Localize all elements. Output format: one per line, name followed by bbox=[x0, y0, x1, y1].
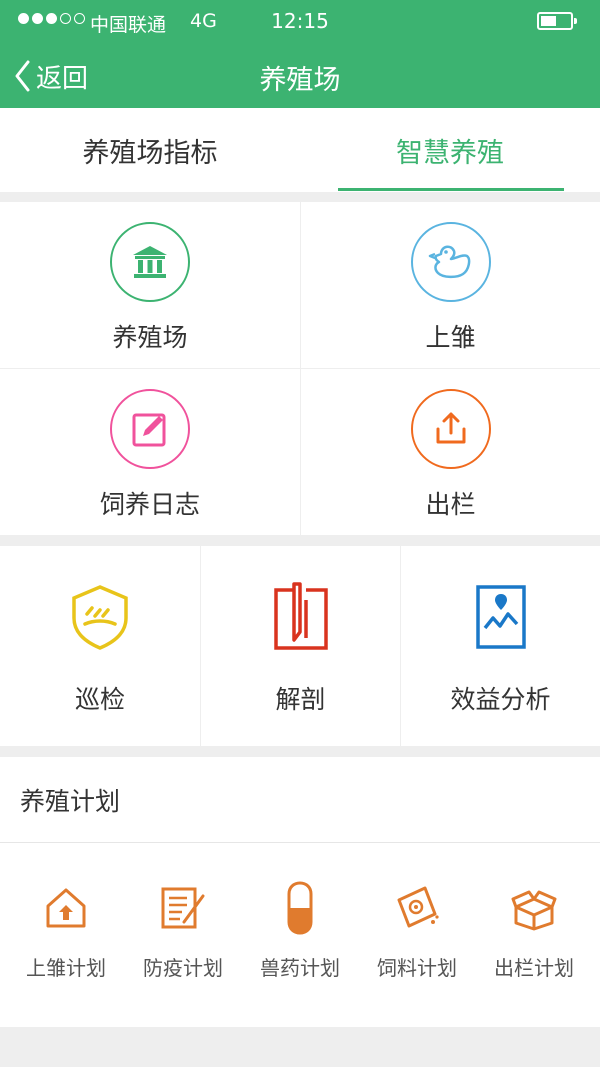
plan-item-label: 饲料计划 bbox=[377, 956, 457, 980]
active-tab-indicator bbox=[338, 188, 564, 191]
upload-icon bbox=[410, 389, 491, 469]
plan-item-chicks-in[interactable]: 上雏计划 bbox=[6, 880, 126, 981]
battery-icon bbox=[537, 12, 577, 30]
status-time: 12:15 bbox=[271, 9, 329, 33]
tab-farm-indicators[interactable]: 养殖场指标 bbox=[0, 108, 300, 192]
notepad-icon bbox=[160, 880, 206, 936]
tab-smart-farming[interactable]: 智慧养殖 bbox=[300, 108, 600, 192]
plan-item-label: 出栏计划 bbox=[494, 956, 574, 980]
edit-icon bbox=[110, 389, 190, 469]
page-title: 养殖场 bbox=[259, 65, 341, 96]
capsule-icon bbox=[286, 880, 314, 936]
shield-icon bbox=[70, 584, 130, 650]
plan-item-veterinary-drug[interactable]: 兽药计划 bbox=[240, 880, 360, 981]
grid-item-label: 巡检 bbox=[74, 685, 125, 714]
grid-item-label: 养殖场 bbox=[112, 323, 188, 352]
chart-icon bbox=[475, 584, 527, 650]
duck-icon bbox=[410, 222, 491, 302]
grid-item-label: 上雏 bbox=[425, 323, 476, 352]
grid-item-label: 饲养日志 bbox=[99, 490, 200, 519]
plan-item-label: 兽药计划 bbox=[260, 956, 340, 980]
grid-item-label: 解剖 bbox=[275, 685, 326, 714]
section-title: 养殖计划 bbox=[20, 787, 121, 816]
grid-item-profit-analysis[interactable]: 效益分析 bbox=[401, 546, 600, 746]
house-upload-icon bbox=[44, 880, 88, 936]
grid-item-label: 效益分析 bbox=[450, 685, 551, 714]
box-icon bbox=[511, 880, 557, 936]
plan-item-epidemic-prevention[interactable]: 防疫计划 bbox=[123, 880, 243, 981]
grid-item-feeding-log[interactable]: 饲养日志 bbox=[0, 369, 300, 535]
bank-icon bbox=[110, 222, 190, 302]
divider bbox=[0, 842, 600, 843]
grid-item-inspection[interactable]: 巡检 bbox=[0, 546, 200, 746]
plan-item-feed[interactable]: 饲料计划 bbox=[357, 880, 477, 981]
status-bar: 中国联通 4G 12:15 bbox=[0, 0, 600, 44]
grid-item-dissection[interactable]: 解剖 bbox=[201, 546, 400, 746]
feed-bag-icon bbox=[393, 880, 441, 936]
plan-item-label: 上雏计划 bbox=[26, 956, 106, 980]
grid-item-label: 出栏 bbox=[425, 490, 476, 519]
plan-item-market-out[interactable]: 出栏计划 bbox=[474, 880, 594, 981]
grid-item-farm[interactable]: 养殖场 bbox=[0, 202, 300, 368]
grid-item-chicks-in[interactable]: 上雏 bbox=[301, 202, 600, 368]
plan-item-label: 防疫计划 bbox=[143, 956, 223, 980]
dissection-icon bbox=[272, 582, 330, 650]
tab-bar: 养殖场指标 智慧养殖 bbox=[0, 108, 600, 192]
app-header: 中国联通 4G 12:15 返回 养殖场 bbox=[0, 0, 600, 108]
grid-item-market-out[interactable]: 出栏 bbox=[301, 369, 600, 535]
